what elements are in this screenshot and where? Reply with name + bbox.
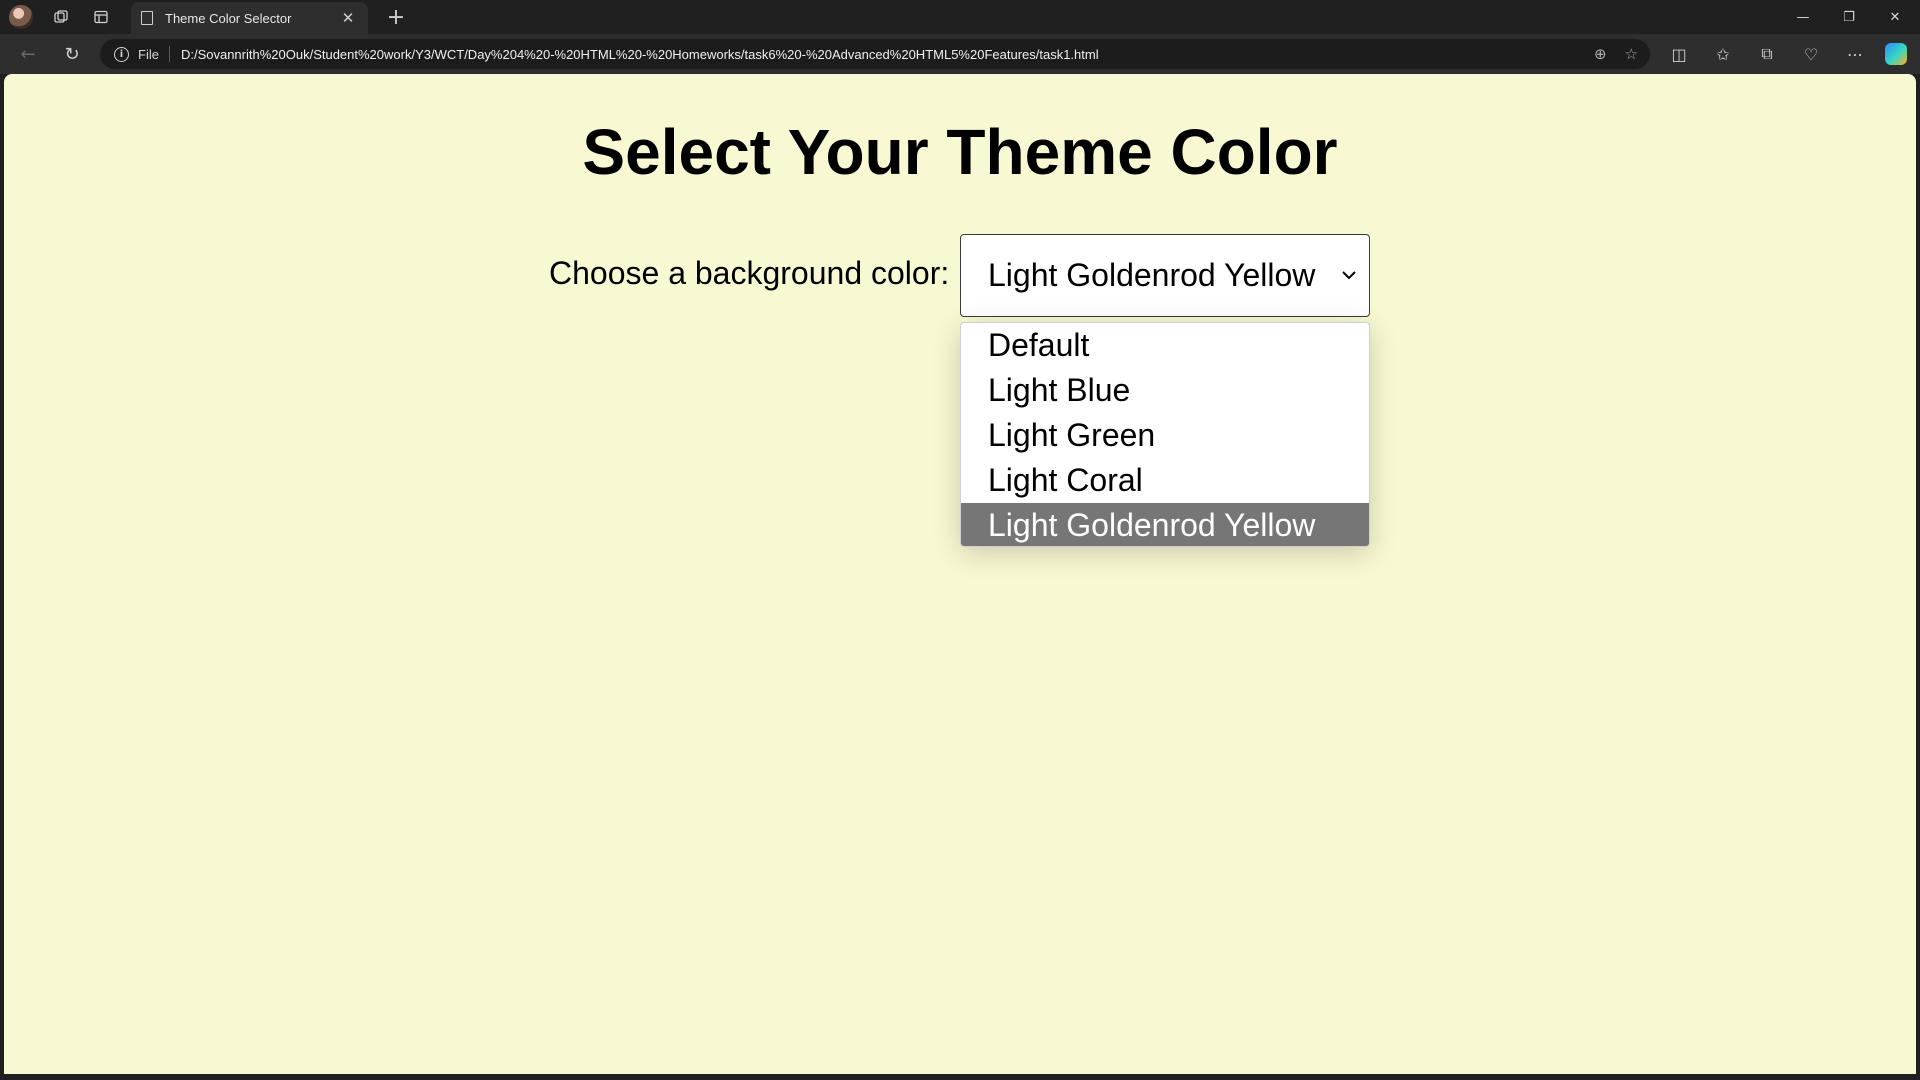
option-light-goldenrod-yellow[interactable]: Light Goldenrod Yellow <box>961 503 1369 546</box>
option-default[interactable]: Default <box>961 323 1369 368</box>
copilot-icon[interactable] <box>1876 34 1916 74</box>
refresh-icon[interactable]: ↻ <box>54 34 90 74</box>
tab-title: Theme Color Selector <box>165 10 292 26</box>
close-tab-icon[interactable]: ✕ <box>338 9 358 27</box>
zoom-icon[interactable]: ⊕ <box>1594 45 1607 63</box>
url-text[interactable]: D:/Sovannrith%20Ouk/Student%20work/Y3/WC… <box>181 47 1099 62</box>
color-select-label: Choose a background color: <box>549 255 950 291</box>
workspaces-icon[interactable] <box>41 0 81 34</box>
address-bar[interactable]: i File D:/Sovannrith%20Ouk/Student%20wor… <box>100 39 1650 69</box>
address-separator <box>168 46 170 62</box>
more-icon[interactable]: ⋯ <box>1835 34 1875 74</box>
split-screen-icon[interactable]: ◫ <box>1659 34 1699 74</box>
tab-actions-icon[interactable] <box>81 0 121 34</box>
option-light-green[interactable]: Light Green <box>961 413 1369 458</box>
plus-icon[interactable]: + <box>380 2 412 32</box>
select-value: Light Goldenrod Yellow <box>988 257 1316 293</box>
restore-button[interactable]: ❐ <box>1826 0 1872 34</box>
favorites-icon[interactable]: ✩ <box>1703 34 1743 74</box>
close-window-button[interactable]: ✕ <box>1872 0 1918 34</box>
info-icon[interactable]: i <box>114 46 129 62</box>
address-scheme: File <box>138 46 159 62</box>
profile-avatar[interactable] <box>9 5 33 29</box>
option-light-blue[interactable]: Light Blue <box>961 368 1369 413</box>
browser-title-bar: Theme Color Selector ✕ + — ❐ ✕ <box>0 0 1920 34</box>
window-bottom-border <box>0 1074 1920 1080</box>
chevron-down-icon <box>1342 271 1356 280</box>
collections-icon[interactable]: ⧉ <box>1747 34 1787 74</box>
page-viewport: Select Your Theme Color Choose a backgro… <box>4 74 1916 1074</box>
color-options-dropdown: Default Light Blue Light Green Light Cor… <box>960 322 1370 547</box>
option-light-coral[interactable]: Light Coral <box>961 458 1369 503</box>
minimize-button[interactable]: — <box>1780 0 1826 34</box>
star-icon[interactable]: ☆ <box>1625 45 1638 63</box>
tab-theme-color-selector[interactable]: Theme Color Selector ✕ <box>131 2 368 34</box>
back-arrow-icon[interactable]: ← <box>10 34 46 74</box>
document-icon <box>141 11 153 25</box>
heart-pulse-icon[interactable]: ♡ <box>1791 34 1831 74</box>
browser-toolbar: ← ↻ i File D:/Sovannrith%20Ouk/Student%2… <box>0 34 1920 74</box>
page-title: Select Your Theme Color <box>582 116 1338 188</box>
background-color-select[interactable]: Light Goldenrod Yellow <box>960 234 1370 317</box>
